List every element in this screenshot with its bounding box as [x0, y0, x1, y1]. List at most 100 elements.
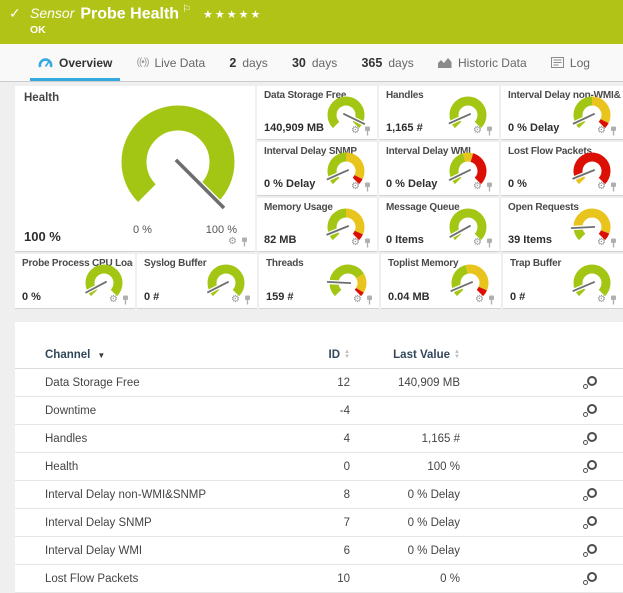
pin-icon[interactable]	[485, 238, 494, 248]
table-row-interval-delay-wmi[interactable]: Interval Delay WMI60 % Delay	[15, 537, 623, 565]
tab-number: 365	[361, 56, 382, 70]
channel-settings-icon[interactable]	[582, 488, 597, 502]
channel-settings-icon[interactable]	[582, 516, 597, 530]
table-row-lost-flow-packets[interactable]: Lost Flow Packets100 %	[15, 565, 623, 593]
pin-icon[interactable]	[121, 295, 130, 305]
channel-name[interactable]: Handles	[15, 433, 300, 445]
pin-icon[interactable]	[365, 295, 374, 305]
channel-name[interactable]: Interval Delay WMI	[15, 545, 300, 557]
gauge-value: 0 % Delay	[508, 122, 559, 134]
tab-365-days[interactable]: 365 days	[353, 44, 421, 81]
tab-30-days[interactable]: 30days	[284, 44, 345, 81]
gauge-card-data-storage-free: Data Storage Free140,909 MB⚙	[257, 86, 377, 140]
channel-last-value: 1,165 #	[350, 433, 460, 445]
ok-check-icon: ✓	[9, 5, 21, 22]
channel-settings-icon[interactable]	[582, 404, 597, 418]
table-row-data-storage-free[interactable]: Data Storage Free12140,909 MB	[15, 369, 623, 397]
tab-2-days[interactable]: 2days	[221, 44, 275, 81]
gear-icon[interactable]: ⚙	[473, 126, 482, 136]
gear-icon[interactable]: ⚙	[475, 295, 484, 305]
gauge-actions: ⚙	[351, 126, 372, 136]
gauge-value: 0 % Delay	[386, 178, 437, 190]
tab-log[interactable]: Log	[543, 44, 598, 81]
table-row-interval-delay-snmp[interactable]: Interval Delay SNMP70 % Delay	[15, 509, 623, 537]
gear-icon[interactable]: ⚙	[351, 238, 360, 248]
pin-icon[interactable]	[243, 295, 252, 305]
gauge-title: Health	[24, 92, 59, 104]
channel-last-value: 0 % Delay	[350, 545, 460, 557]
gear-icon[interactable]: ⚙	[597, 295, 606, 305]
channel-id: 6	[300, 545, 350, 557]
priority-stars[interactable]: ★★★★★	[203, 9, 262, 21]
channel-last-value: 0 % Delay	[350, 489, 460, 501]
pin-icon[interactable]	[363, 238, 372, 248]
pin-icon[interactable]	[485, 182, 494, 192]
pin-icon[interactable]	[609, 182, 618, 192]
pin-icon[interactable]	[609, 295, 618, 305]
gauge-max-label: 100 %	[206, 224, 237, 236]
gauge-card-trap-buffer: Trap Buffer0 #⚙	[503, 254, 623, 309]
column-header-id[interactable]: ID▲▼	[300, 349, 350, 361]
channel-last-value: 140,909 MB	[350, 377, 460, 389]
tab-historic-data[interactable]: Historic Data	[430, 44, 535, 81]
gauge-value: 39 Items	[508, 234, 552, 246]
tab-live-data[interactable]: ((•))Live Data	[129, 44, 214, 81]
channel-last-value: 100 %	[350, 461, 460, 473]
pin-icon[interactable]	[609, 126, 618, 136]
gauge-actions: ⚙	[597, 182, 618, 192]
gear-icon[interactable]: ⚙	[351, 126, 360, 136]
pin-icon[interactable]	[363, 182, 372, 192]
gauge-card-threads: Threads159 #⚙	[259, 254, 379, 309]
gear-icon[interactable]: ⚙	[473, 182, 482, 192]
pin-icon[interactable]	[363, 126, 372, 136]
pin-icon[interactable]	[487, 295, 496, 305]
gear-icon[interactable]: ⚙	[597, 182, 606, 192]
gauge-actions: ⚙	[351, 238, 372, 248]
channel-name[interactable]: Interval Delay non-WMI&SNMP	[15, 489, 300, 501]
pin-icon[interactable]	[485, 126, 494, 136]
flag-icon[interactable]: ⚐	[182, 4, 191, 15]
health-gauge-card: Health 0 % 100 % 100 % ⚙	[15, 86, 255, 252]
channel-name[interactable]: Downtime	[15, 405, 300, 417]
channel-id: 12	[300, 377, 350, 389]
channel-settings-icon[interactable]	[582, 376, 597, 390]
gear-icon[interactable]: ⚙	[351, 182, 360, 192]
gear-icon[interactable]: ⚙	[228, 237, 237, 247]
table-row-interval-delay-non-wmi-snmp[interactable]: Interval Delay non-WMI&SNMP80 % Delay	[15, 481, 623, 509]
gauge-actions: ⚙	[475, 295, 496, 305]
tab-bar: Overview ((•))Live Data2days30days 365 days…	[0, 44, 623, 82]
gear-icon[interactable]: ⚙	[597, 238, 606, 248]
channel-name[interactable]: Health	[15, 461, 300, 473]
tab-overview[interactable]: Overview	[30, 44, 120, 81]
table-row-health[interactable]: Health0100 %	[15, 453, 623, 481]
gauge-value: 0 #	[510, 291, 525, 303]
gauge-value: 159 #	[266, 291, 294, 303]
channel-id: 7	[300, 517, 350, 529]
gear-icon[interactable]: ⚙	[231, 295, 240, 305]
gauge-card-probe-process-cpu-load: Probe Process CPU Load0 %⚙	[15, 254, 135, 309]
channel-name[interactable]: Data Storage Free	[15, 377, 300, 389]
tab-label: days	[388, 56, 413, 70]
gauge-actions: ⚙	[353, 295, 374, 305]
gear-icon[interactable]: ⚙	[109, 295, 118, 305]
gauge-actions: ⚙	[473, 182, 494, 192]
gear-icon[interactable]: ⚙	[597, 126, 606, 136]
gear-icon[interactable]: ⚙	[353, 295, 362, 305]
pin-icon[interactable]	[609, 238, 618, 248]
log-icon	[551, 57, 564, 68]
column-header-channel[interactable]: Channel▼	[15, 349, 300, 361]
tab-label: Overview	[59, 56, 112, 70]
channel-name[interactable]: Interval Delay SNMP	[15, 517, 300, 529]
channel-settings-icon[interactable]	[582, 544, 597, 558]
tab-number: 30	[292, 56, 306, 70]
table-row-handles[interactable]: Handles41,165 #	[15, 425, 623, 453]
channel-settings-icon[interactable]	[582, 432, 597, 446]
gauge-card-interval-delay-wmi: Interval Delay WMI0 % Delay⚙	[379, 142, 499, 196]
table-row-downtime[interactable]: Downtime-4	[15, 397, 623, 425]
pin-icon[interactable]	[240, 237, 249, 247]
gauge-card-interval-delay-non-wmi-snmp: Interval Delay non-WMI&SNMP0 % Delay⚙	[501, 86, 623, 140]
table-header-row: Channel▼ ID▲▼ Last Value▲▼	[15, 342, 623, 369]
column-header-last-value[interactable]: Last Value▲▼	[350, 349, 460, 361]
gear-icon[interactable]: ⚙	[473, 238, 482, 248]
channel-settings-icon[interactable]	[582, 460, 597, 474]
